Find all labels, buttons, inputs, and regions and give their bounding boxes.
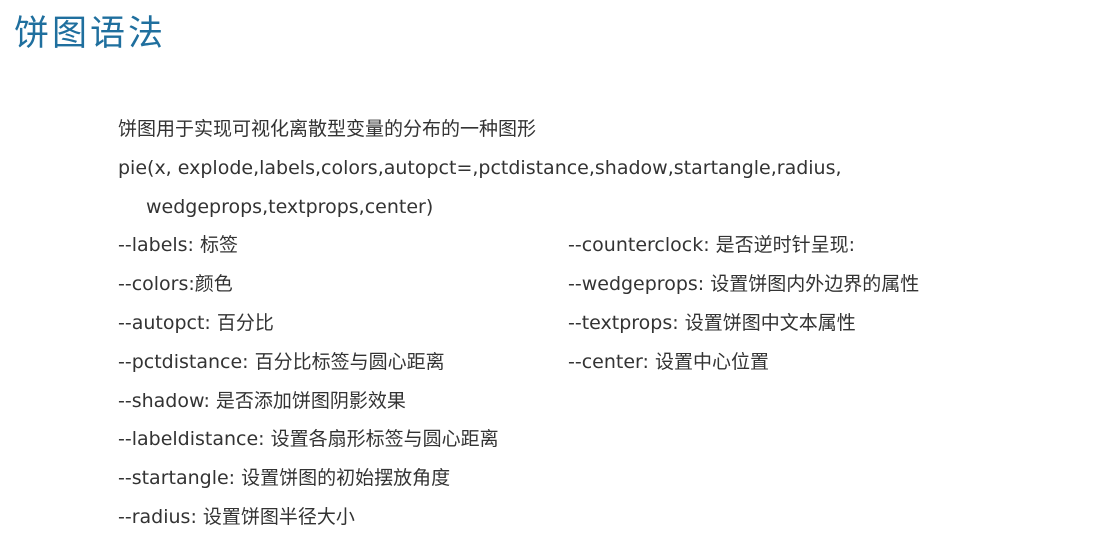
param-center: --center: 设置中心位置	[568, 350, 769, 373]
param-row: --labeldistance: 设置各扇形标签与圆心距离	[118, 420, 1078, 459]
param-row: --startangle: 设置饼图的初始摆放角度	[118, 459, 1078, 498]
signature-line-2: wedgeprops,textprops,center)	[146, 195, 434, 218]
param-row: --shadow: 是否添加饼图阴影效果	[118, 382, 1078, 421]
param-textprops: --textprops: 设置饼图中文本属性	[568, 311, 856, 334]
slide-content: 饼图用于实现可视化离散型变量的分布的一种图形 pie(x, explode,la…	[118, 110, 1078, 537]
param-row: --colors:颜色 --wedgeprops: 设置饼图内外边界的属性	[118, 265, 1078, 304]
param-labeldistance: --labeldistance: 设置各扇形标签与圆心距离	[118, 428, 499, 451]
param-row: --pctdistance: 百分比标签与圆心距离 --center: 设置中心…	[118, 343, 1078, 382]
param-autopct: --autopct: 百分比	[118, 311, 274, 334]
param-wedgeprops: --wedgeprops: 设置饼图内外边界的属性	[568, 273, 920, 296]
param-startangle: --startangle: 设置饼图的初始摆放角度	[118, 467, 451, 490]
signature-line-1: pie(x, explode,labels,colors,autopct=,pc…	[118, 156, 842, 179]
param-row: --autopct: 百分比 --textprops: 设置饼图中文本属性	[118, 304, 1078, 343]
param-colors: --colors:颜色	[118, 273, 233, 296]
param-shadow: --shadow: 是否添加饼图阴影效果	[118, 389, 406, 412]
intro-line: 饼图用于实现可视化离散型变量的分布的一种图形	[118, 118, 537, 140]
param-row: --labels: 标签 --counterclock: 是否逆时针呈现:	[118, 226, 1078, 265]
param-labels: --labels: 标签	[118, 234, 239, 257]
slide-title: 饼图语法	[14, 14, 167, 54]
param-row: --radius: 设置饼图半径大小	[118, 498, 1078, 537]
param-pctdistance: --pctdistance: 百分比标签与圆心距离	[118, 350, 445, 373]
param-radius: --radius: 设置饼图半径大小	[118, 505, 355, 528]
param-counterclock: --counterclock: 是否逆时针呈现:	[568, 234, 856, 257]
